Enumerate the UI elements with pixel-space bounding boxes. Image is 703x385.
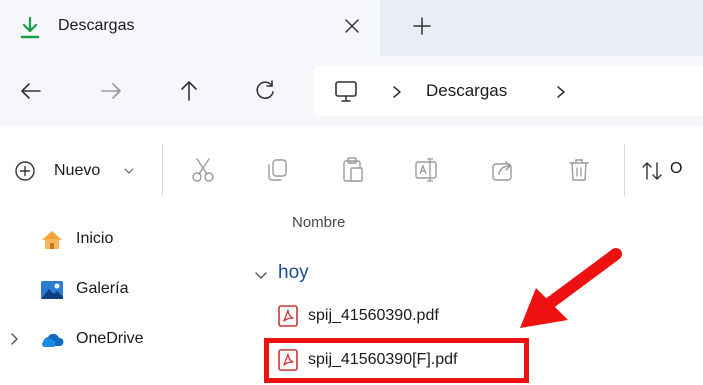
group-header-hoy[interactable]: hoy <box>254 262 374 290</box>
sidebar-item-label: OneDrive <box>76 330 144 347</box>
refresh-icon[interactable] <box>252 78 278 104</box>
rename-icon[interactable] <box>414 156 440 184</box>
column-header-nombre[interactable]: Nombre <box>292 214 345 231</box>
sidebar-item-galeria[interactable]: Galería <box>0 268 250 312</box>
cut-icon[interactable] <box>190 156 216 184</box>
chevron-right-icon[interactable] <box>391 85 403 99</box>
highlight-box <box>264 338 529 383</box>
chevron-right-icon[interactable] <box>555 85 567 99</box>
download-icon <box>20 16 40 39</box>
chevron-down-icon <box>124 168 134 174</box>
toolbar-divider <box>624 144 625 196</box>
up-icon[interactable] <box>176 78 202 104</box>
sort-button[interactable]: O <box>640 158 703 184</box>
file-row[interactable]: spij_41560390.pdf <box>272 302 532 332</box>
tab-label: Descargas <box>58 17 135 34</box>
new-button-label: Nuevo <box>54 162 101 179</box>
file-name: spij_41560390.pdf <box>308 307 439 324</box>
annotation-arrow-icon <box>520 248 622 328</box>
sort-icon <box>642 162 662 180</box>
toolbar-divider <box>162 144 163 196</box>
forward-icon[interactable] <box>98 78 124 104</box>
address-bar[interactable]: Descargas <box>313 66 703 116</box>
home-icon <box>42 231 62 249</box>
chevron-down-icon <box>255 272 267 279</box>
sidebar-item-label: Inicio <box>76 230 114 247</box>
chevron-right-icon[interactable] <box>10 332 20 346</box>
new-tab-icon[interactable] <box>410 14 434 38</box>
command-bar: Nuevo O <box>0 126 703 220</box>
delete-icon[interactable] <box>566 156 592 184</box>
sort-button-label: O <box>670 160 683 177</box>
sidebar-item-label: Galería <box>76 280 129 297</box>
back-icon[interactable] <box>18 78 44 104</box>
copy-icon[interactable] <box>264 156 290 184</box>
tab-descargas[interactable]: Descargas <box>0 0 380 56</box>
share-icon[interactable] <box>490 156 516 184</box>
close-tab-icon[interactable] <box>340 14 364 38</box>
add-circle-icon <box>15 161 35 181</box>
navigation-bar: Descargas <box>0 56 703 126</box>
pdf-icon <box>278 305 298 327</box>
computer-icon <box>335 81 357 102</box>
paste-icon[interactable] <box>340 156 366 184</box>
breadcrumb-descargas[interactable]: Descargas <box>426 81 507 101</box>
sidebar-item-inicio[interactable]: Inicio <box>0 218 250 262</box>
gallery-icon <box>41 281 63 299</box>
sidebar-item-onedrive[interactable]: OneDrive <box>0 318 250 362</box>
title-bar: Descargas <box>0 0 703 56</box>
group-label: hoy <box>278 262 309 283</box>
onedrive-icon <box>42 333 64 347</box>
